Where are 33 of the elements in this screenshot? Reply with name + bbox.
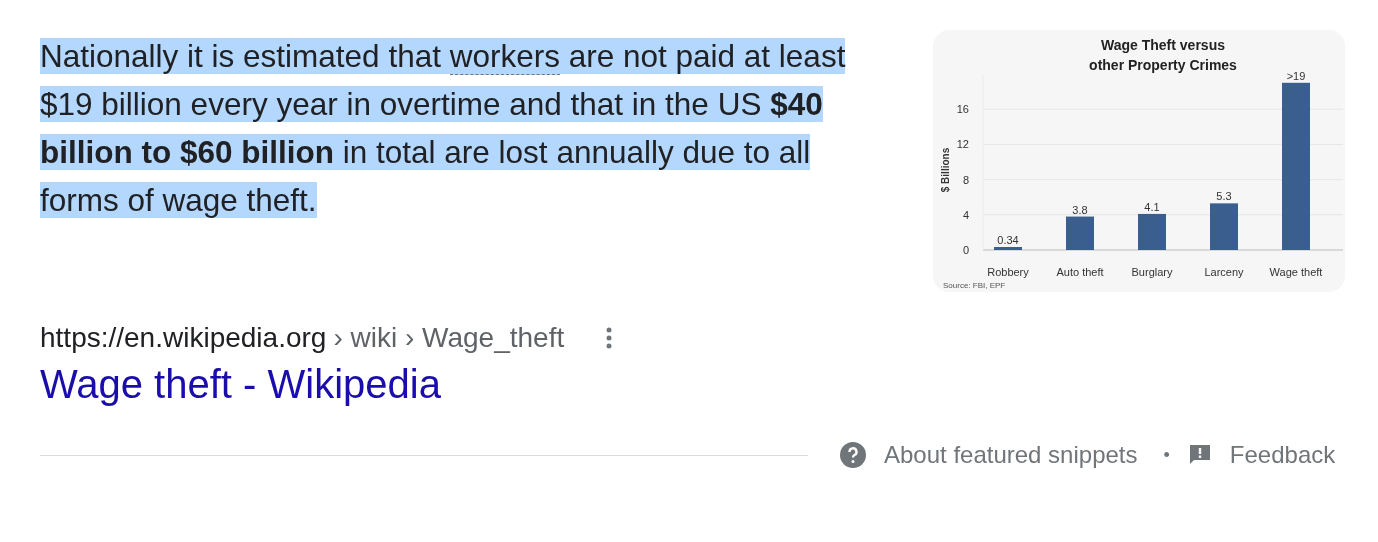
value-label: 5.3 xyxy=(1216,190,1232,203)
result-url: https://en.wikipedia.org xyxy=(40,322,327,354)
category-label: Auto theft xyxy=(1056,266,1104,278)
bar xyxy=(1066,216,1094,250)
chart-title: Wage Theft versus other Property Crimes xyxy=(1089,37,1237,73)
bar xyxy=(1210,203,1238,250)
value-label: 3.8 xyxy=(1072,203,1088,216)
feedback-icon[interactable] xyxy=(1187,443,1212,467)
bar xyxy=(994,247,1022,250)
y-axis-label: $ Billions xyxy=(940,147,951,193)
term-link[interactable]: workers xyxy=(449,38,560,75)
result-title-link[interactable]: Wage theft - Wikipedia xyxy=(40,362,1345,407)
y-tick-label: 4 xyxy=(962,208,969,221)
about-snippets-link[interactable]: About featured snippets xyxy=(884,441,1138,469)
breadcrumb: › wiki › Wage_theft xyxy=(333,322,565,354)
value-label: 0.34 xyxy=(997,234,1019,246)
y-tick-label: 8 xyxy=(962,173,969,186)
y-tick-label: 12 xyxy=(956,138,969,151)
y-tick-label: 0 xyxy=(962,244,969,256)
value-label: 4.1 xyxy=(1144,200,1160,213)
feedback-link[interactable]: Feedback xyxy=(1229,441,1336,469)
separator-dot: • xyxy=(1163,444,1170,466)
category-label: Larceny xyxy=(1204,266,1244,278)
y-tick-label: 16 xyxy=(956,103,969,116)
bar xyxy=(1138,213,1166,250)
help-icon[interactable] xyxy=(840,442,866,468)
value-label: >19 xyxy=(1286,69,1306,82)
snippet-text: Nationally it is estimated that workers are not paid at least $19 billion every year in overtime and that in the US $40 billion to $60 billion in total are lost annually due to all forms of wage theft. xyxy=(40,37,847,220)
more-options-icon[interactable] xyxy=(606,327,613,349)
chart-source: Source: FBI, EPF xyxy=(943,281,1006,290)
category-label: Robbery xyxy=(987,266,1029,278)
category-label: Burglary xyxy=(1131,266,1173,278)
category-label: Wage theft xyxy=(1269,266,1323,278)
